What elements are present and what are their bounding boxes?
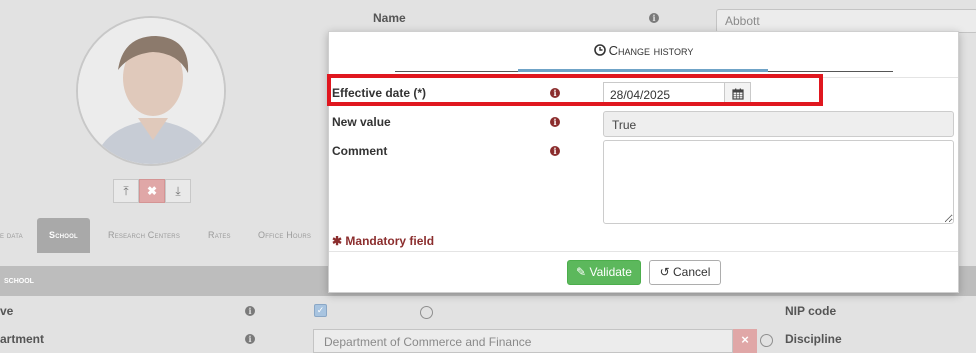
- tab-office-hours[interactable]: Office Hours: [258, 218, 311, 253]
- upload-icon: ⤒: [123, 184, 129, 198]
- history-clock-icon[interactable]: [420, 306, 433, 319]
- calendar-icon: [731, 88, 744, 100]
- validate-button[interactable]: ✎ Validate: [567, 260, 641, 285]
- info-icon[interactable]: i: [550, 88, 560, 98]
- upload-photo-button[interactable]: ⤒: [113, 179, 139, 203]
- department-select[interactable]: Department of Commerce and Finance: [313, 329, 733, 353]
- name-field[interactable]: Abbott: [716, 9, 976, 33]
- department-label: artment: [0, 332, 45, 346]
- tab-general-data[interactable]: e data: [0, 218, 23, 253]
- modal-title-text: Change history: [608, 43, 694, 58]
- modal-title: Change history: [329, 43, 958, 58]
- info-icon[interactable]: i: [550, 146, 560, 156]
- discipline-label: Discipline: [785, 332, 842, 346]
- mandatory-note: ✱ Mandatory field: [332, 234, 434, 248]
- section-title: school: [4, 275, 34, 286]
- new-value-label: New value: [332, 115, 391, 129]
- history-clock-icon[interactable]: [760, 334, 773, 347]
- close-icon: ✖: [146, 184, 158, 198]
- download-icon: ⤓: [175, 184, 181, 198]
- cancel-button[interactable]: ↺ Cancel: [649, 260, 721, 285]
- validate-label: Validate: [589, 265, 632, 279]
- delete-photo-button[interactable]: ✖: [139, 179, 165, 203]
- tab-rates[interactable]: Rates: [208, 218, 231, 253]
- calendar-button[interactable]: [725, 82, 751, 106]
- effective-date-input[interactable]: 28/04/2025: [603, 82, 725, 106]
- download-photo-button[interactable]: ⤓: [165, 179, 191, 203]
- comment-textarea[interactable]: [603, 140, 954, 224]
- tab-school[interactable]: School: [37, 218, 90, 253]
- comment-label: Comment: [332, 144, 388, 158]
- undo-icon: ↺: [659, 265, 670, 279]
- tab-research-centers[interactable]: Research Centers: [108, 218, 180, 253]
- name-label: Name: [373, 11, 406, 25]
- clear-department-button[interactable]: ×: [733, 329, 757, 353]
- footer-divider: [329, 251, 958, 252]
- info-icon: i: [649, 13, 659, 23]
- header-divider: [329, 77, 958, 78]
- new-value-field: True: [603, 111, 954, 137]
- asterisk-icon: ✱: [332, 234, 343, 248]
- active-label: ve: [0, 304, 14, 318]
- cancel-label: Cancel: [673, 265, 711, 279]
- info-icon[interactable]: i: [550, 117, 560, 127]
- effective-date-label: Effective date (*): [332, 86, 427, 100]
- title-underline-accent: [518, 69, 768, 72]
- info-icon: i: [245, 306, 255, 316]
- info-icon: i: [245, 334, 255, 344]
- avatar-photo: [78, 18, 224, 164]
- mandatory-note-text: Mandatory field: [345, 234, 435, 248]
- nip-code-label: NIP code: [785, 304, 837, 318]
- active-checkbox[interactable]: ✓: [314, 304, 327, 317]
- pencil-icon: ✎: [576, 265, 587, 279]
- clock-icon: [593, 44, 606, 56]
- change-history-modal: Change history Effective date (*) i 28/0…: [328, 31, 959, 293]
- avatar: [76, 16, 226, 166]
